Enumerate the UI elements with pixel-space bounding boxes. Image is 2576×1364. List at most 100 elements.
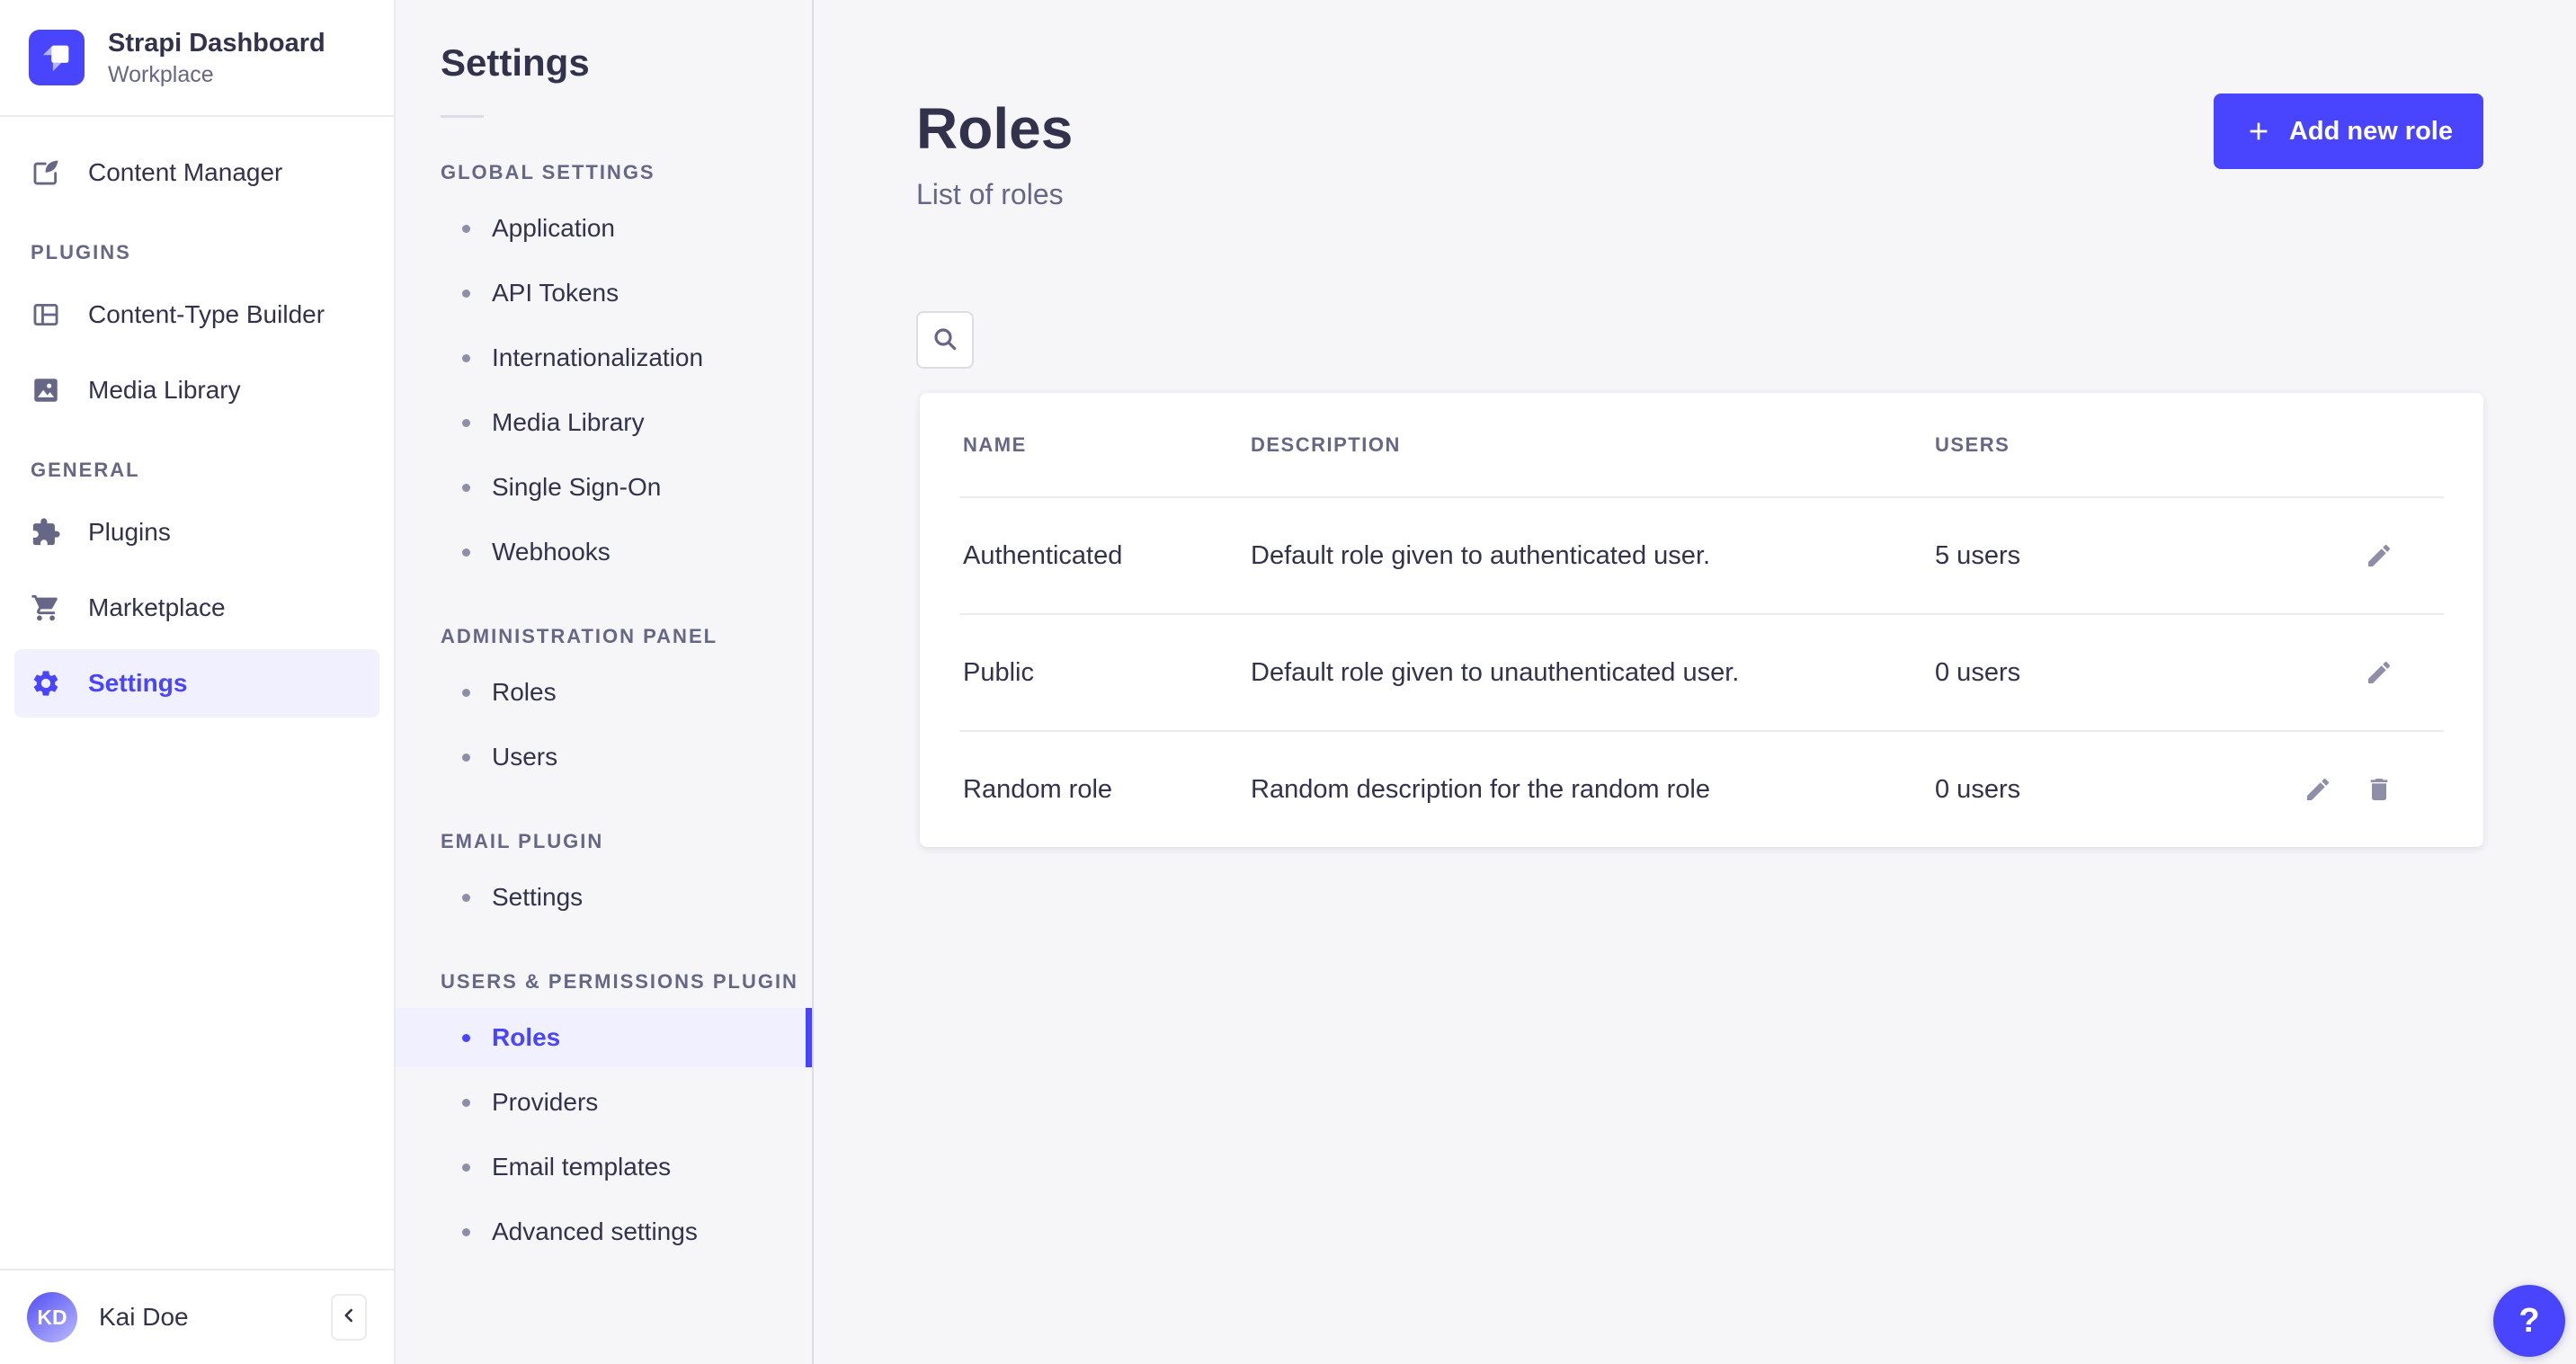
subnav-section-global-settings: GLOBAL SETTINGS bbox=[441, 161, 812, 184]
strapi-logo-icon bbox=[29, 30, 85, 85]
row-actions bbox=[2304, 775, 2440, 804]
table-row-random-role[interactable]: Random roleRandom description for the ra… bbox=[920, 732, 2483, 847]
pencil-icon bbox=[2304, 775, 2332, 804]
role-users-cell: 0 users bbox=[1935, 658, 2365, 688]
roles-table: NAME DESCRIPTION USERS AuthenticatedDefa… bbox=[920, 393, 2483, 847]
subnav-item-label: Email templates bbox=[492, 1153, 671, 1181]
role-users-cell: 5 users bbox=[1935, 541, 2365, 571]
subnav-item-label: Single Sign-On bbox=[492, 473, 661, 502]
subnav-item-providers[interactable]: Providers bbox=[396, 1073, 812, 1132]
role-description-cell: Default role given to unauthenticated us… bbox=[1251, 658, 1935, 688]
sidebar-item-settings[interactable]: Settings bbox=[14, 649, 379, 718]
bullet-icon bbox=[462, 1163, 470, 1172]
subnav-item-label: Users bbox=[492, 743, 557, 771]
sidebar-item-content-manager[interactable]: Content Manager bbox=[14, 138, 379, 207]
page-subtitle: List of roles bbox=[916, 178, 1064, 211]
add-new-role-button[interactable]: Add new role bbox=[2214, 94, 2483, 169]
role-name-cell: Public bbox=[963, 658, 1251, 688]
subnav-item-label: Media Library bbox=[492, 408, 645, 437]
subnav-item-roles[interactable]: Roles bbox=[396, 663, 812, 722]
main-sidebar: Strapi Dashboard Workplace Content Manag… bbox=[0, 0, 396, 1364]
subnav-item-settings[interactable]: Settings bbox=[396, 868, 812, 927]
sidebar-item-plugins[interactable]: Plugins bbox=[14, 498, 379, 566]
edit-role-button[interactable] bbox=[2304, 775, 2332, 804]
user-menu[interactable]: KD Kai Doe bbox=[0, 1269, 394, 1364]
help-button[interactable]: ? bbox=[2493, 1285, 2565, 1357]
bullet-icon bbox=[462, 484, 470, 492]
subnav-item-label: Roles bbox=[492, 678, 557, 707]
subnav-item-label: Webhooks bbox=[492, 538, 611, 566]
marketplace-icon bbox=[31, 593, 61, 623]
sidebar-section-plugins: PLUGINS bbox=[31, 241, 379, 264]
role-name-cell: Authenticated bbox=[963, 541, 1251, 571]
row-actions bbox=[2365, 658, 2440, 687]
subnav-item-label: Settings bbox=[492, 883, 583, 912]
subnav-item-webhooks[interactable]: Webhooks bbox=[396, 522, 812, 582]
sidebar-item-label: Plugins bbox=[88, 518, 171, 547]
subnav-title: Settings bbox=[441, 41, 812, 85]
subnav-item-media-library[interactable]: Media Library bbox=[396, 393, 812, 452]
subnav-item-label: Roles bbox=[492, 1023, 560, 1052]
subnav-item-label: Advanced settings bbox=[492, 1217, 698, 1246]
subnav-item-application[interactable]: Application bbox=[396, 199, 812, 258]
settings-icon bbox=[31, 668, 61, 699]
search-icon bbox=[931, 325, 959, 356]
bullet-icon bbox=[462, 548, 470, 557]
pencil-icon bbox=[2365, 541, 2393, 570]
subnav-item-label: Application bbox=[492, 214, 615, 243]
subnav-item-roles[interactable]: Roles bbox=[396, 1008, 812, 1067]
sidebar-section-general: GENERAL bbox=[31, 459, 379, 482]
subnav-divider bbox=[441, 115, 484, 118]
content-type-builder-icon bbox=[31, 299, 61, 330]
role-description-cell: Random description for the random role bbox=[1251, 775, 1935, 805]
plugins-icon bbox=[31, 517, 61, 548]
settings-subnav: Settings GLOBAL SETTINGS Application API T… bbox=[396, 0, 814, 1364]
table-row-authenticated[interactable]: AuthenticatedDefault role given to authe… bbox=[920, 498, 2483, 613]
subnav-item-advanced-settings[interactable]: Advanced settings bbox=[396, 1202, 812, 1261]
sidebar-item-label: Settings bbox=[88, 669, 187, 698]
subnav-item-label: API Tokens bbox=[492, 279, 619, 308]
bullet-icon bbox=[462, 354, 470, 362]
bullet-icon bbox=[462, 225, 470, 233]
add-new-role-label: Add new role bbox=[2289, 117, 2453, 147]
trash-icon bbox=[2365, 775, 2393, 804]
subnav-section-administration-panel: ADMINISTRATION PANEL bbox=[441, 625, 812, 648]
workspace-brand: Strapi Dashboard Workplace bbox=[0, 0, 394, 117]
question-mark-icon: ? bbox=[2518, 1302, 2539, 1341]
collapse-sidebar-button[interactable] bbox=[331, 1294, 367, 1341]
content-manager-icon bbox=[31, 157, 61, 188]
sidebar-item-marketplace[interactable]: Marketplace bbox=[14, 574, 379, 642]
search-button[interactable] bbox=[916, 311, 974, 369]
subnav-item-users[interactable]: Users bbox=[396, 727, 812, 787]
plus-icon bbox=[2244, 117, 2273, 146]
bullet-icon bbox=[462, 1228, 470, 1236]
edit-role-button[interactable] bbox=[2365, 658, 2393, 687]
pencil-icon bbox=[2365, 658, 2393, 687]
subnav-item-internationalization[interactable]: Internationalization bbox=[396, 328, 812, 388]
sidebar-item-media-library[interactable]: Media Library bbox=[14, 356, 379, 424]
sidebar-item-content-type-builder[interactable]: Content-Type Builder bbox=[14, 281, 379, 349]
bullet-icon bbox=[462, 1099, 470, 1107]
avatar: KD bbox=[27, 1292, 77, 1342]
subnav-item-single-sign-on[interactable]: Single Sign-On bbox=[396, 458, 812, 517]
delete-role-button[interactable] bbox=[2365, 775, 2393, 804]
user-name: Kai Doe bbox=[99, 1303, 309, 1332]
workspace-subtitle: Workplace bbox=[108, 62, 325, 88]
subnav-item-api-tokens[interactable]: API Tokens bbox=[396, 263, 812, 323]
column-header-name: NAME bbox=[963, 433, 1251, 457]
role-description-cell: Default role given to authenticated user… bbox=[1251, 541, 1935, 571]
bullet-icon bbox=[462, 290, 470, 298]
column-header-users: USERS bbox=[1935, 433, 2440, 457]
sidebar-item-label: Content Manager bbox=[88, 158, 282, 187]
bullet-icon bbox=[462, 419, 470, 427]
edit-role-button[interactable] bbox=[2365, 541, 2393, 570]
table-header-row: NAME DESCRIPTION USERS bbox=[920, 393, 2483, 496]
main-nav: Content Manager PLUGINS Content-Type Build… bbox=[0, 117, 394, 1269]
subnav-section-email-plugin: EMAIL PLUGIN bbox=[441, 830, 812, 853]
subnav-item-email-templates[interactable]: Email templates bbox=[396, 1137, 812, 1197]
table-row-public[interactable]: PublicDefault role given to unauthentica… bbox=[920, 615, 2483, 730]
role-users-cell: 0 users bbox=[1935, 775, 2304, 805]
sidebar-item-label: Media Library bbox=[88, 376, 241, 405]
bullet-icon bbox=[462, 1034, 470, 1042]
workspace-title: Strapi Dashboard bbox=[108, 27, 325, 59]
